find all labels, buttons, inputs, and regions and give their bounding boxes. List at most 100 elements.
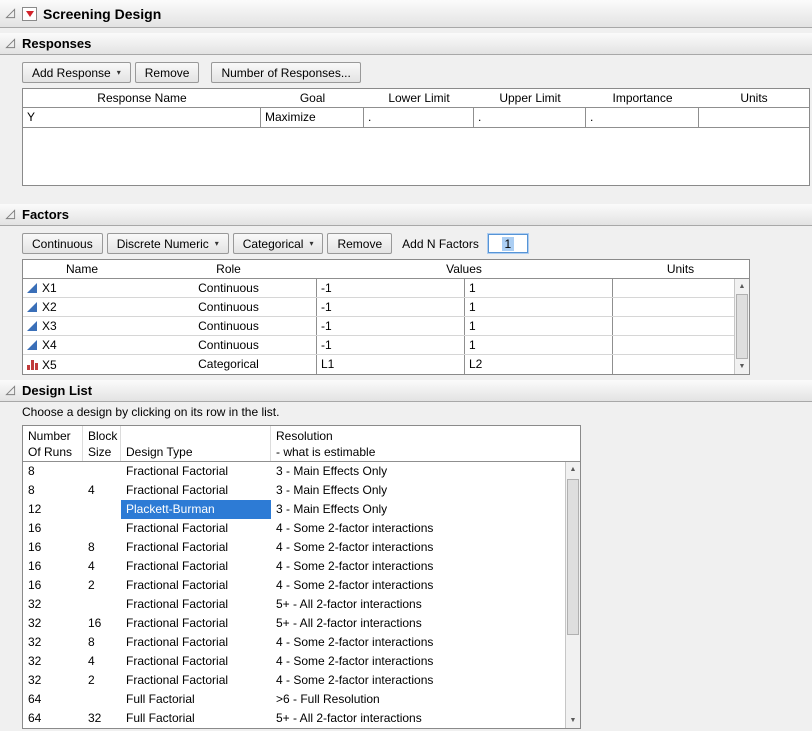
factor-value-low-cell[interactable]: -1 <box>316 336 464 354</box>
design-type-cell: Full Factorial <box>121 709 271 728</box>
design-type-cell: Fractional Factorial <box>121 519 271 538</box>
factor-name-cell[interactable]: X5 <box>23 355 141 374</box>
factors-vertical-scrollbar[interactable]: ▲ ▼ <box>734 279 749 374</box>
factor-role-cell[interactable]: Continuous <box>141 317 316 335</box>
design-row[interactable]: 64 32 Full Factorial 5+ - All 2-factor i… <box>23 709 565 728</box>
design-row[interactable]: 32 4 Fractional Factorial 4 - Some 2-fac… <box>23 652 565 671</box>
continuous-factor-icon <box>26 301 38 313</box>
red-triangle-menu-button[interactable] <box>22 7 37 21</box>
design-block-size-cell: 4 <box>83 557 121 576</box>
scrollbar-track[interactable] <box>735 294 749 359</box>
number-of-responses-button[interactable]: Number of Responses... <box>211 62 360 83</box>
design-row[interactable]: 32 16 Fractional Factorial 5+ - All 2-fa… <box>23 614 565 633</box>
design-list-instruction: Choose a design by clicking on its row i… <box>22 405 812 420</box>
response-units-cell[interactable] <box>699 108 809 128</box>
disclosure-triangle-icon[interactable] <box>5 385 16 396</box>
factor-name-cell[interactable]: X3 <box>23 317 141 335</box>
scroll-up-button[interactable]: ▲ <box>566 462 580 477</box>
response-upper-cell[interactable]: . <box>474 108 586 128</box>
factor-row: X2 Continuous -1 1 <box>23 298 734 317</box>
add-n-factors-input[interactable]: 1 <box>488 234 528 253</box>
disclosure-triangle-icon[interactable] <box>5 209 16 220</box>
design-row[interactable]: 16 Fractional Factorial 4 - Some 2-facto… <box>23 519 565 538</box>
design-row[interactable]: 32 2 Fractional Factorial 4 - Some 2-fac… <box>23 671 565 690</box>
add-response-label: Add Response <box>32 66 111 80</box>
response-name-cell[interactable]: Y <box>23 108 261 128</box>
responses-toolbar: Add Response ▾ Remove Number of Response… <box>22 62 812 83</box>
continuous-factor-icon <box>26 339 38 351</box>
design-type-cell: Full Factorial <box>121 690 271 709</box>
scrollbar-thumb[interactable] <box>736 294 748 359</box>
factor-role-cell[interactable]: Continuous <box>141 336 316 354</box>
design-row[interactable]: 32 8 Fractional Factorial 4 - Some 2-fac… <box>23 633 565 652</box>
factor-units-cell[interactable] <box>612 336 734 354</box>
factors-header-band: Factors <box>0 204 812 226</box>
scroll-up-button[interactable]: ▲ <box>735 279 749 294</box>
scrollbar-track[interactable] <box>566 477 580 713</box>
screening-design-header-band: Screening Design <box>0 0 812 28</box>
design-row[interactable]: 16 8 Fractional Factorial 4 - Some 2-fac… <box>23 538 565 557</box>
responses-header-band: Responses <box>0 33 812 55</box>
scroll-down-button[interactable]: ▼ <box>735 359 749 374</box>
design-type-cell: Fractional Factorial <box>121 652 271 671</box>
factor-value-high-cell[interactable]: 1 <box>464 317 612 335</box>
responses-table-header: Response Name Goal Lower Limit Upper Lim… <box>23 89 809 108</box>
remove-factor-button[interactable]: Remove <box>327 233 392 254</box>
design-resolution-cell: 5+ - All 2-factor interactions <box>271 614 565 633</box>
design-row[interactable]: 8 Fractional Factorial 3 - Main Effects … <box>23 462 565 481</box>
response-lower-cell[interactable]: . <box>364 108 474 128</box>
design-type-cell: Fractional Factorial <box>121 557 271 576</box>
factor-value-high-cell[interactable]: 1 <box>464 279 612 297</box>
design-list-table: Number Of Runs Block Size Design Type Re… <box>22 425 581 729</box>
factor-row: X5 Categorical L1 L2 <box>23 355 734 374</box>
factor-name-cell[interactable]: X4 <box>23 336 141 354</box>
disclosure-triangle-icon[interactable] <box>5 8 16 19</box>
factor-units-cell[interactable] <box>612 279 734 297</box>
factor-units-cell[interactable] <box>612 317 734 335</box>
design-row[interactable]: 8 4 Fractional Factorial 3 - Main Effect… <box>23 481 565 500</box>
factor-value-high-cell[interactable]: L2 <box>464 355 612 374</box>
design-rows: 8 Fractional Factorial 3 - Main Effects … <box>23 462 565 728</box>
design-row[interactable]: 16 2 Fractional Factorial 4 - Some 2-fac… <box>23 576 565 595</box>
factor-role-cell[interactable]: Continuous <box>141 279 316 297</box>
factor-value-low-cell[interactable]: -1 <box>316 279 464 297</box>
factor-value-low-cell[interactable]: L1 <box>316 355 464 374</box>
categorical-button[interactable]: Categorical ▾ <box>233 233 324 254</box>
disclosure-triangle-icon[interactable] <box>5 38 16 49</box>
factor-role-cell[interactable]: Continuous <box>141 298 316 316</box>
factor-value-high-cell[interactable]: 1 <box>464 336 612 354</box>
factors-rows: X1 Continuous -1 1 <box>23 279 734 374</box>
response-goal-cell[interactable]: Maximize <box>261 108 364 128</box>
factor-name-cell[interactable]: X2 <box>23 298 141 316</box>
factor-units-cell[interactable] <box>612 298 734 316</box>
design-resolution-cell: 3 - Main Effects Only <box>271 500 565 519</box>
discrete-numeric-label: Discrete Numeric <box>117 237 209 251</box>
page-title: Screening Design <box>43 6 161 22</box>
design-row[interactable]: 64 Full Factorial >6 - Full Resolution <box>23 690 565 709</box>
factor-name-cell[interactable]: X1 <box>23 279 141 297</box>
design-row[interactable]: 12 Plackett-Burman 3 - Main Effects Only <box>23 500 565 519</box>
scroll-down-button[interactable]: ▼ <box>566 713 580 728</box>
remove-factor-label: Remove <box>337 237 382 251</box>
design-list-vertical-scrollbar[interactable]: ▲ ▼ <box>565 462 580 728</box>
factor-value-low-cell[interactable]: -1 <box>316 298 464 316</box>
design-block-size-cell <box>83 519 121 538</box>
design-runs-cell: 32 <box>23 652 83 671</box>
factor-value-low-cell[interactable]: -1 <box>316 317 464 335</box>
design-row[interactable]: 32 Fractional Factorial 5+ - All 2-facto… <box>23 595 565 614</box>
column-header-upper-limit: Upper Limit <box>474 89 586 107</box>
continuous-button[interactable]: Continuous <box>22 233 103 254</box>
design-type-cell: Fractional Factorial <box>121 481 271 500</box>
remove-response-button[interactable]: Remove <box>135 62 200 83</box>
factor-role-cell[interactable]: Categorical <box>141 355 316 374</box>
design-runs-cell: 64 <box>23 709 83 728</box>
design-row[interactable]: 16 4 Fractional Factorial 4 - Some 2-fac… <box>23 557 565 576</box>
remove-response-label: Remove <box>145 66 190 80</box>
design-resolution-cell: 4 - Some 2-factor interactions <box>271 652 565 671</box>
factor-value-high-cell[interactable]: 1 <box>464 298 612 316</box>
factor-units-cell[interactable] <box>612 355 734 374</box>
scrollbar-thumb[interactable] <box>567 479 579 635</box>
response-importance-cell[interactable]: . <box>586 108 699 128</box>
discrete-numeric-button[interactable]: Discrete Numeric ▾ <box>107 233 229 254</box>
add-response-button[interactable]: Add Response ▾ <box>22 62 131 83</box>
